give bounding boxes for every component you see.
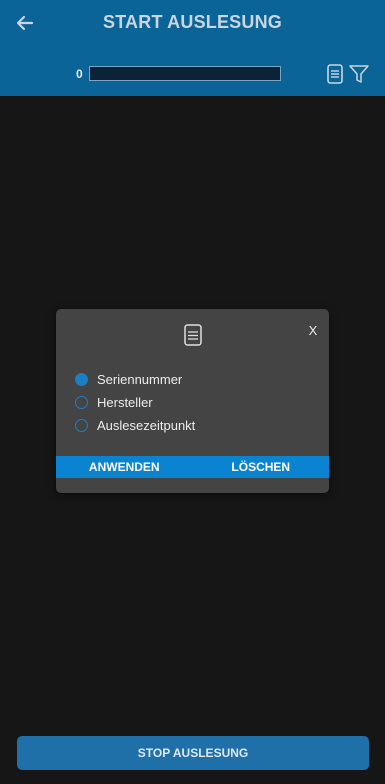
option-auslesezeitpunkt[interactable]: Auslesezeitpunkt: [75, 414, 195, 437]
option-hersteller[interactable]: Hersteller: [75, 391, 195, 414]
sort-options: Seriennummer Hersteller Auslesezeitpunkt: [75, 368, 195, 437]
list-icon: [184, 324, 202, 346]
clear-button[interactable]: LÖSCHEN: [193, 456, 330, 478]
option-seriennummer[interactable]: Seriennummer: [75, 368, 195, 391]
close-button[interactable]: X: [305, 323, 321, 338]
filter-icon: [349, 65, 369, 83]
filter-button[interactable]: [348, 63, 370, 85]
apply-button[interactable]: ANWENDEN: [56, 456, 193, 478]
option-label: Auslesezeitpunkt: [97, 418, 196, 433]
radio-button[interactable]: [75, 419, 88, 432]
progress-bar: [89, 66, 281, 81]
radio-button[interactable]: [75, 373, 88, 386]
app-screen: START AUSLESUNG 0 X Seriennummer Herstel…: [0, 0, 385, 784]
radio-button[interactable]: [75, 396, 88, 409]
page-title: START AUSLESUNG: [102, 12, 282, 32]
stop-reading-button[interactable]: STOP AUSLESUNG: [17, 736, 369, 770]
option-label: Seriennummer: [97, 372, 183, 387]
option-label: Hersteller: [97, 395, 153, 410]
dialog-actions: ANWENDEN LÖSCHEN: [56, 456, 329, 478]
list-button[interactable]: [324, 63, 346, 85]
list-icon: [327, 64, 343, 84]
read-count: 0: [76, 67, 83, 81]
app-header: START AUSLESUNG 0: [0, 0, 385, 96]
sort-dialog: X Seriennummer Hersteller Auslesezeitpun…: [56, 309, 329, 493]
